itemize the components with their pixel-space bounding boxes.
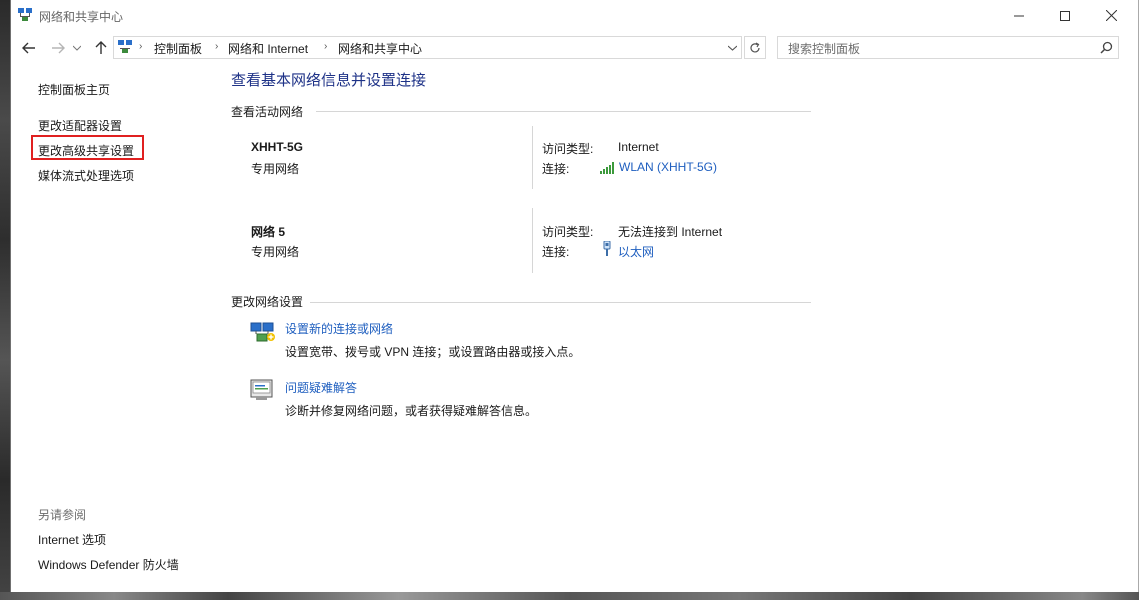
troubleshoot-description: 诊断并修复网络问题，或者获得疑难解答信息。 — [285, 404, 538, 418]
window-title: 网络和共享中心 — [39, 10, 124, 24]
network-divider — [532, 208, 533, 273]
setup-connection-description: 设置宽带、拨号或 VPN 连接；或设置路由器或接入点。 — [285, 345, 581, 359]
connection-label: 连接: — [542, 245, 570, 259]
sidebar-firewall-link[interactable]: Windows Defender 防火墙 — [38, 556, 179, 573]
page-title: 查看基本网络信息并设置连接 — [231, 72, 427, 89]
close-button[interactable] — [1088, 0, 1134, 31]
search-icon[interactable] — [1100, 41, 1113, 59]
section-divider — [310, 302, 811, 303]
minimize-button[interactable] — [996, 0, 1042, 31]
title-bar: 网络和共享中心 — [11, 0, 1138, 31]
desktop-background — [0, 0, 10, 600]
breadcrumb-separator-icon[interactable]: › — [215, 41, 218, 52]
breadcrumb-network-center[interactable]: 网络和共享中心 — [338, 40, 422, 57]
control-panel-window: 网络和共享中心 › 控制面板 › 网络和 Internet › 网络和共享中心 … — [10, 0, 1139, 592]
address-bar[interactable]: › 控制面板 › 网络和 Internet › 网络和共享中心 — [113, 36, 742, 59]
see-also-title: 另请参阅 — [38, 508, 87, 522]
access-type-value: 无法连接到 Internet — [618, 225, 723, 239]
refresh-button[interactable] — [744, 36, 766, 59]
back-button[interactable] — [19, 38, 39, 58]
sidebar-media-streaming-link[interactable]: 媒体流式处理选项 — [38, 167, 134, 184]
search-input[interactable] — [786, 40, 1090, 57]
up-button[interactable] — [91, 38, 111, 58]
access-type-value: Internet — [618, 140, 659, 154]
connection-label: 连接: — [542, 162, 570, 176]
access-type-label: 访问类型: — [542, 225, 594, 239]
breadcrumb-separator-icon[interactable]: › — [139, 41, 142, 52]
forward-arrow-icon — [52, 42, 65, 54]
active-networks-header: 查看活动网络 — [231, 105, 304, 119]
change-settings-header: 更改网络设置 — [231, 295, 304, 309]
forward-button[interactable] — [48, 38, 68, 58]
breadcrumb-separator-icon[interactable]: › — [324, 41, 327, 52]
wifi-signal-icon — [600, 161, 615, 179]
sidebar-adapter-settings-link[interactable]: 更改适配器设置 — [38, 117, 122, 134]
sidebar-home-link[interactable]: 控制面板主页 — [38, 81, 110, 98]
search-box[interactable] — [777, 36, 1119, 59]
access-type-label: 访问类型: — [542, 142, 594, 156]
new-connection-icon — [250, 320, 276, 347]
maximize-icon — [1060, 10, 1070, 21]
breadcrumb-network-internet[interactable]: 网络和 Internet — [228, 40, 308, 57]
breadcrumb-control-panel[interactable]: 控制面板 — [154, 40, 202, 57]
desktop-background-bottom — [0, 592, 1139, 600]
maximize-button[interactable] — [1042, 0, 1088, 31]
sidebar-internet-options-link[interactable]: Internet 选项 — [38, 531, 106, 548]
setup-connection-link[interactable]: 设置新的连接或网络 — [285, 320, 393, 337]
ethernet-connection-link[interactable]: 以太网 — [618, 243, 654, 260]
wlan-connection-link[interactable]: WLAN (XHHT-5G) — [619, 160, 717, 174]
troubleshoot-link[interactable]: 问题疑难解答 — [285, 379, 357, 396]
chevron-down-icon — [73, 45, 81, 51]
refresh-icon — [750, 41, 760, 52]
troubleshoot-icon — [250, 379, 274, 406]
minimize-icon — [1014, 15, 1024, 16]
sidebar-advanced-sharing-link[interactable]: 更改高级共享设置 — [38, 142, 134, 159]
back-arrow-icon — [22, 42, 35, 54]
network-name: XHHT-5G — [251, 140, 304, 154]
network-center-icon — [18, 8, 32, 27]
network-divider — [532, 126, 533, 189]
recent-locations-button[interactable] — [71, 38, 83, 58]
section-divider — [316, 111, 811, 112]
network-name: 网络 5 — [251, 225, 286, 239]
network-category[interactable]: 专用网络 — [251, 243, 299, 260]
control-panel-icon — [118, 40, 132, 59]
navigation-bar: › 控制面板 › 网络和 Internet › 网络和共享中心 — [11, 31, 1138, 65]
address-dropdown-button[interactable] — [723, 36, 742, 59]
close-icon — [1105, 10, 1117, 21]
network-category[interactable]: 专用网络 — [251, 160, 299, 177]
ethernet-icon — [602, 240, 612, 262]
chevron-down-icon — [728, 45, 737, 51]
up-arrow-icon — [95, 41, 107, 54]
